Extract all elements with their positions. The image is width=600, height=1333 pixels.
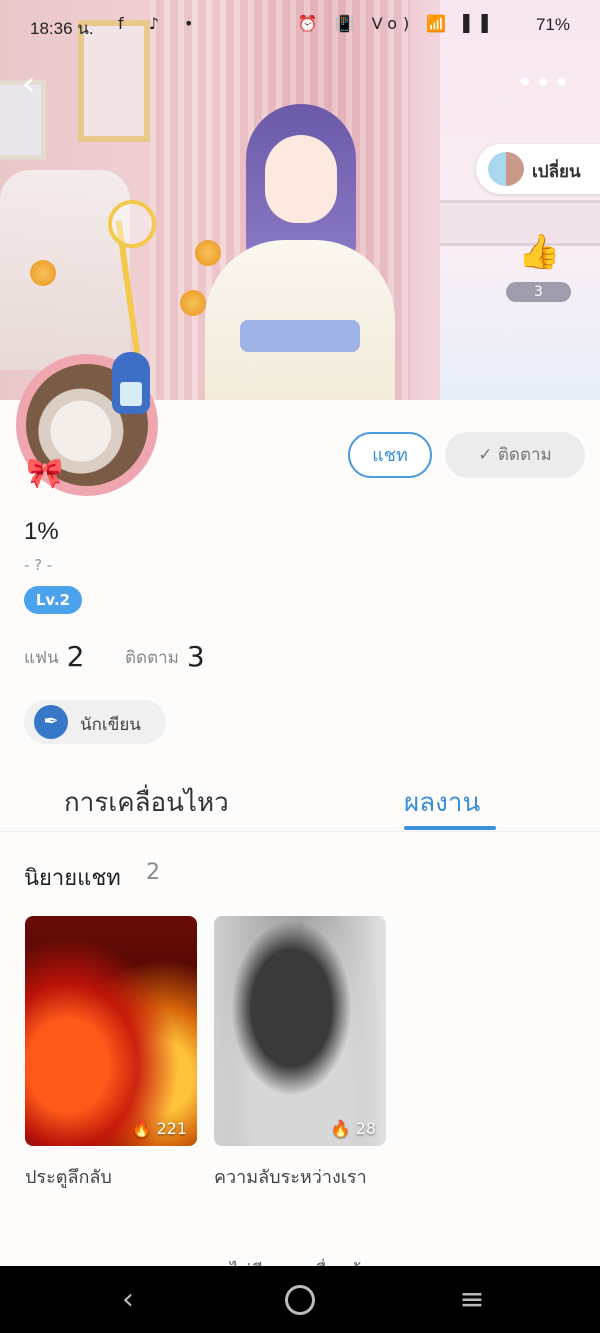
- view-count-value: 221: [156, 1119, 187, 1138]
- battery-percent: 71%: [535, 15, 570, 34]
- status-bar: 18:36 น. f ♪ • ⏰ 📳 Vo) 📶 ▌▌ 71%: [0, 0, 600, 52]
- user-name: 1%: [24, 518, 59, 545]
- flame-icon: 🔥: [330, 1119, 351, 1138]
- thumbs-up-icon[interactable]: 👍: [518, 232, 560, 274]
- tab-activity[interactable]: การเคลื่อนไหว: [64, 782, 229, 823]
- flower-decoration: [30, 260, 56, 286]
- level-badge: Lv.2: [24, 586, 82, 614]
- nav-menu-icon[interactable]: ≡: [442, 1280, 502, 1320]
- change-cover-button[interactable]: เปลี่ยน: [476, 144, 600, 194]
- character-belt: [240, 320, 360, 352]
- character-face: [265, 135, 337, 223]
- divider: [0, 831, 600, 832]
- role-label: นักเขียน: [80, 715, 141, 735]
- fans-stat[interactable]: แฟน 2: [24, 640, 84, 673]
- view-count: 🔥 221: [131, 1119, 187, 1138]
- role-chip[interactable]: ✒ นักเขียน: [24, 700, 166, 744]
- system-nav-bar: ‹ ≡: [0, 1266, 600, 1333]
- notification-icons: f ♪ •: [118, 14, 204, 33]
- character-avatars-icon: [488, 152, 524, 186]
- view-count-value: 28: [355, 1119, 376, 1138]
- active-tab-indicator: [404, 826, 496, 830]
- flower-decoration: [195, 240, 221, 266]
- nav-home-icon[interactable]: [270, 1280, 330, 1320]
- back-icon[interactable]: ‹: [22, 64, 52, 104]
- avatar-badge-icon: [112, 352, 150, 414]
- section-title: นิยายแชท: [24, 866, 121, 891]
- fans-label: แฟน: [24, 648, 59, 668]
- tab-works[interactable]: ผลงาน: [404, 782, 480, 823]
- work-card[interactable]: 🔥 221: [25, 916, 197, 1146]
- bow-icon: 🎀: [26, 456, 64, 491]
- system-icons: ⏰ 📳 Vo) 📶 ▌▌: [297, 14, 500, 33]
- chair-decoration: [0, 170, 130, 370]
- pen-icon: ✒: [34, 705, 68, 739]
- user-bio: - ? -: [24, 556, 53, 574]
- section-count: 2: [146, 860, 160, 885]
- work-title[interactable]: ความลับระหว่างเรา: [214, 1162, 367, 1191]
- window-decoration: [440, 0, 600, 400]
- chat-button[interactable]: แชท: [348, 432, 432, 478]
- nav-back-icon[interactable]: ‹: [98, 1280, 158, 1320]
- more-icon[interactable]: •••: [516, 66, 572, 99]
- cover-image: [0, 0, 600, 400]
- fans-count: 2: [66, 640, 85, 673]
- like-count: 3: [506, 282, 571, 302]
- status-time: 18:36 น.: [30, 19, 94, 38]
- change-cover-label: เปลี่ยน: [532, 162, 581, 182]
- follow-button[interactable]: ✓ ติดตาม: [445, 432, 585, 478]
- view-count: 🔥 28: [331, 1119, 376, 1138]
- following-stat[interactable]: ติดตาม 3: [125, 640, 205, 673]
- following-label: ติดตาม: [125, 648, 179, 668]
- work-title[interactable]: ประตูลึกลับ: [25, 1162, 112, 1191]
- flame-icon: 🔥: [131, 1119, 152, 1138]
- following-count: 3: [186, 640, 205, 673]
- flower-decoration: [180, 290, 206, 316]
- wand-decoration: [108, 200, 156, 248]
- work-card[interactable]: 🔥 28: [214, 916, 386, 1146]
